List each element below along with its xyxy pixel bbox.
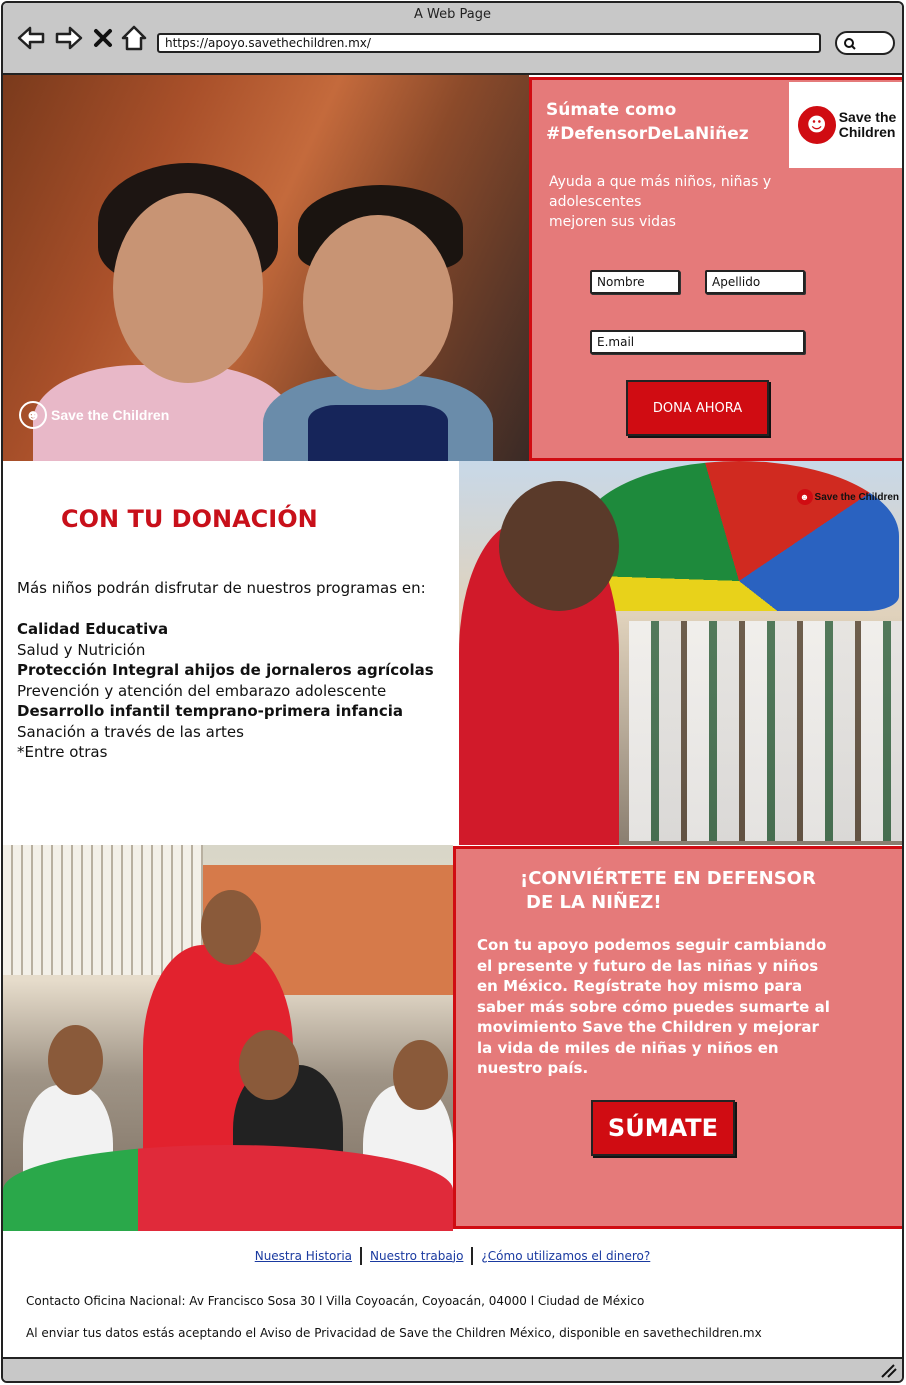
footer-separator: [360, 1247, 363, 1265]
brand-line1: Save the: [838, 109, 897, 125]
donation-intro: Más niños podrán disfrutar de nuestros p…: [17, 579, 426, 597]
resize-grip-icon[interactable]: [880, 1363, 898, 1379]
email-field[interactable]: E.mail: [590, 330, 805, 354]
hero-heading-line1: Súmate como: [546, 100, 677, 120]
mid-photo-logo-text: Save the Children: [814, 491, 899, 503]
program-list: Calidad Educativa Salud y Nutrición Prot…: [17, 619, 434, 763]
hero-photo-logo: ☻ Save the Children: [19, 401, 169, 429]
first-name-field[interactable]: Nombre: [590, 270, 680, 294]
url-bar[interactable]: https://apoyo.savethechildren.mx/: [157, 33, 821, 53]
last-name-field[interactable]: Apellido: [705, 270, 805, 294]
cta-panel: ¡CONVIÉRTETE EN DEFENSOR DE LA NIÑEZ! Co…: [453, 846, 902, 1229]
footer: Nuestra Historia Nuestro trabajo ¿Cómo uti…: [3, 1231, 902, 1359]
list-item: Sanación a través de las artes: [17, 722, 244, 741]
donation-title: CON TU DONACIÓN: [61, 505, 318, 533]
hero-heading: Súmate como #DefensorDeLaNiñez: [546, 98, 786, 146]
hero-subtitle-line2: mejoren sus vidas: [549, 214, 676, 230]
search-icon: [844, 38, 856, 50]
volunteer-children-photo: [3, 845, 453, 1231]
parachute-activity-photo: ☻ Save the Children: [459, 461, 902, 845]
footer-separator: [471, 1247, 474, 1265]
cta-title-line1: ¡CONVIÉRTETE EN DEFENSOR: [520, 868, 816, 889]
list-item: Prevención y atención del embarazo adole…: [17, 681, 387, 700]
footer-link-history[interactable]: Nuestra Historia: [249, 1249, 358, 1263]
footer-contact: Contacto Oficina Nacional: Av Francisco …: [26, 1294, 645, 1308]
close-icon[interactable]: [93, 25, 113, 51]
save-the-children-logo-icon: ☻: [797, 106, 836, 144]
browser-titlebar: A Web Page https://apoyo.savethechildren…: [3, 3, 902, 75]
list-item: Protección Integral ahijos de jornaleros…: [17, 661, 434, 679]
footer-links: Nuestra Historia Nuestro trabajo ¿Cómo uti…: [3, 1247, 902, 1265]
hero-subtitle-line1: Ayuda a que más niños, niñas y adolescen…: [549, 174, 772, 210]
join-button[interactable]: SÚMATE: [591, 1100, 735, 1156]
back-arrow-icon[interactable]: [17, 25, 45, 51]
hero-subtitle: Ayuda a que más niños, niñas y adolescen…: [549, 172, 819, 232]
forward-arrow-icon[interactable]: [55, 25, 83, 51]
list-item: Salud y Nutrición: [17, 640, 146, 659]
browser-search-box[interactable]: [835, 31, 895, 55]
list-item: *Entre otras: [17, 743, 108, 761]
browser-window: A Web Page https://apoyo.savethechildren…: [1, 1, 904, 1383]
cta-title-line2: DE LA NIÑEZ!: [526, 892, 662, 913]
footer-privacy: Al enviar tus datos estás aceptando el A…: [26, 1326, 762, 1340]
hero-signup-panel: Súmate como #DefensorDeLaNiñez ☻ Save th…: [529, 77, 902, 461]
save-the-children-logo-icon: ☻: [19, 401, 47, 429]
list-item: Calidad Educativa: [17, 620, 169, 638]
hero-heading-line2: #DefensorDeLaNiñez: [546, 124, 749, 144]
save-the-children-logo-icon: ☻: [796, 489, 813, 505]
mid-photo-logo: ☻ Save the Children: [796, 489, 899, 505]
cta-body: Con tu apoyo podemos seguir cambiando el…: [477, 936, 830, 1077]
footer-link-work[interactable]: Nuestro trabajo: [364, 1249, 469, 1263]
hero-children-photo: ☻ Save the Children: [3, 75, 529, 461]
brand-logo: ☻ Save the Children: [789, 82, 902, 168]
window-title: A Web Page: [414, 7, 491, 22]
home-icon[interactable]: [120, 25, 148, 51]
list-item: Desarrollo infantil temprano-primera inf…: [17, 702, 403, 720]
cta-title: ¡CONVIÉRTETE EN DEFENSOR DE LA NIÑEZ!: [520, 867, 840, 915]
donate-now-button[interactable]: DONA AHORA: [626, 380, 769, 436]
hero-photo-logo-text: Save the Children: [51, 407, 170, 423]
donation-section: CON TU DONACIÓN Más niños podrán disfrut…: [3, 461, 459, 845]
footer-link-money[interactable]: ¿Cómo utilizamos el dinero?: [475, 1249, 656, 1263]
browser-statusbar: [3, 1357, 902, 1381]
brand-line2: Children: [838, 124, 896, 140]
